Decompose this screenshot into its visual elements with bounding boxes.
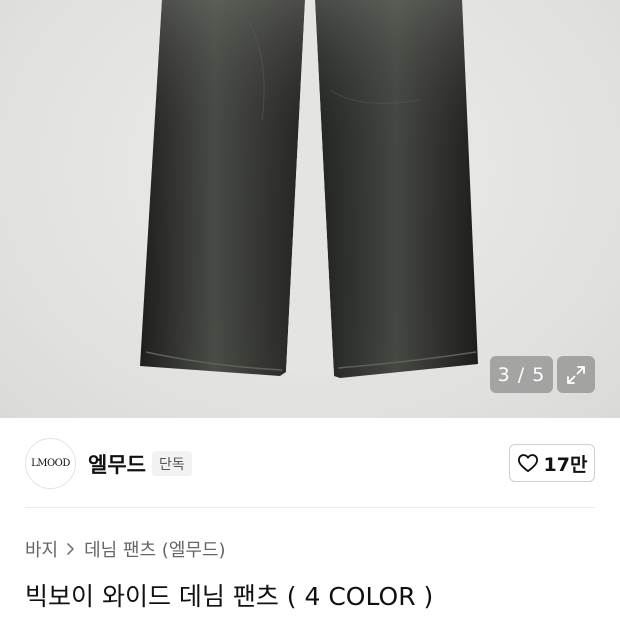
breadcrumb-category[interactable]: 바지: [25, 536, 58, 562]
like-button[interactable]: 17만: [509, 444, 595, 482]
expand-arrows-icon: [567, 365, 585, 384]
expand-image-button[interactable]: [557, 356, 595, 393]
image-counter: 3 / 5: [490, 356, 553, 393]
brand-logo[interactable]: LMOOD: [25, 438, 76, 489]
breadcrumb: 바지 데님 팬츠 (엘무드): [25, 536, 226, 562]
like-count: 17만: [543, 453, 588, 476]
brand-name[interactable]: 엘무드: [88, 449, 146, 479]
breadcrumb-subcategory[interactable]: 데님 팬츠 (엘무드): [84, 536, 225, 562]
heart-outline-icon: [517, 454, 538, 473]
brand-row: LMOOD 엘무드 단독 17만: [0, 418, 620, 506]
product-title: 빅보이 와이드 데님 팬츠 ( 4 COLOR ): [25, 582, 434, 611]
section-divider: [25, 507, 595, 508]
product-image-gallery[interactable]: 3 / 5: [0, 0, 620, 418]
exclusive-badge: 단독: [152, 451, 192, 476]
chevron-right-icon: [66, 542, 75, 556]
image-counter-text: 3 / 5: [497, 363, 546, 386]
brand-logo-text: LMOOD: [31, 458, 70, 469]
